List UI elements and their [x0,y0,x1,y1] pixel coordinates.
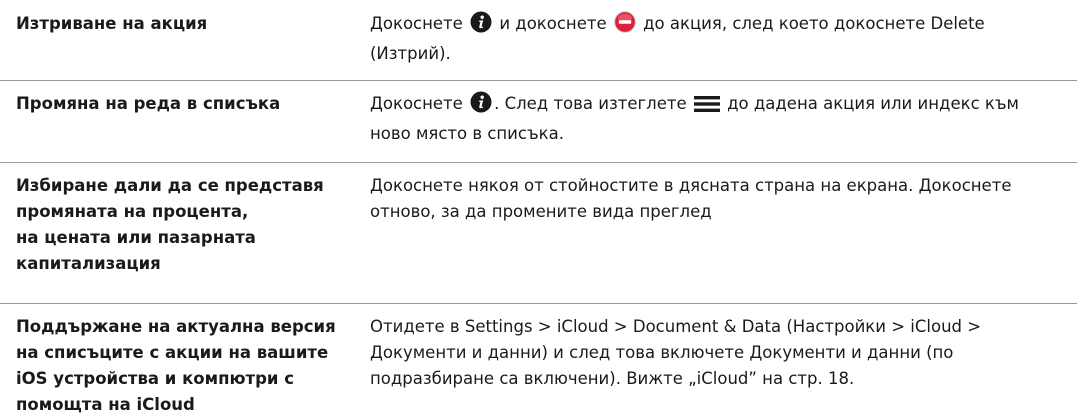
reorder-handle-icon [693,95,720,121]
action-label-line: капитализация [16,254,161,273]
description-text: и докоснете [494,14,612,33]
action-label-line: промяната на процента, [16,202,249,221]
info-icon [470,91,492,121]
description-text: Докоснете [370,14,469,33]
action-description: Докоснете и докоснете до акция, след кое… [370,11,1060,67]
action-description: Докоснете някоя от стойностите в дясната… [370,176,1012,221]
table-row: Изтриване на акция Докоснете и докоснете… [0,0,1077,80]
table-row: Избиране дали да се представя промяната … [0,162,1077,303]
delete-circle-icon [614,11,636,41]
action-label-line: помощта на iCloud [16,395,195,414]
table-row: Поддържане на актуална версия на списъци… [0,303,1077,414]
instructions-table: Изтриване на акция Докоснете и докоснете… [0,0,1077,414]
description-text: Докоснете [370,94,469,113]
action-label-line: iOS устройства и компютри с [16,369,295,388]
action-label-line: на цената или пазарната [16,228,256,247]
table-row: Промяна на реда в списъка Докоснете . Сл… [0,80,1077,162]
action-label-line: Поддържане на актуална версия [16,317,336,336]
action-label-line: на списъците с акции на вашите [16,343,329,362]
action-description: Отидете в Settings > iCloud > Document &… [370,317,982,388]
action-label: Избиране дали да се представя промяната … [16,173,356,277]
action-description: Докоснете . След това изтеглете до даден… [370,91,1060,147]
action-label: Промяна на реда в списъка [16,94,281,113]
action-label: Поддържане на актуална версия на списъци… [16,314,356,418]
info-icon [470,11,492,41]
action-label: Изтриване на акция [16,14,208,33]
description-text: . След това изтеглете [494,94,692,113]
action-label-line: Избиране дали да се представя [16,176,324,195]
